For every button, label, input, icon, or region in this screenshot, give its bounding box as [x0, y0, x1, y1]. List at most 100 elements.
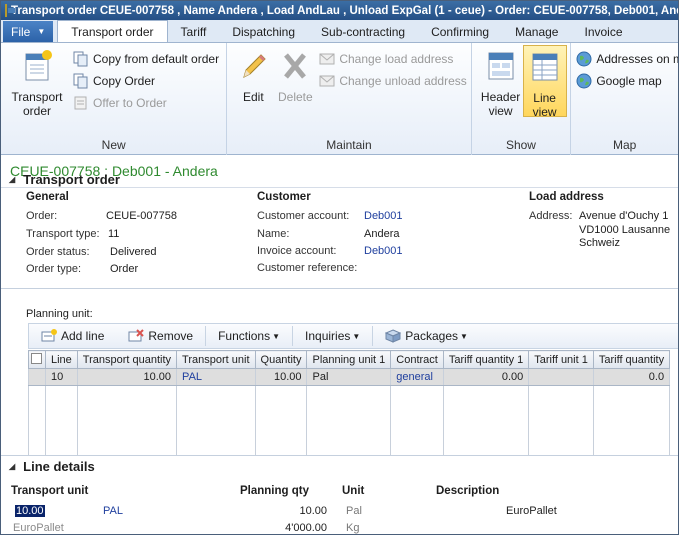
transport-type-value[interactable]: 11 — [108, 228, 119, 240]
field-label: Customer account: — [257, 210, 350, 222]
unit-name-value: EuroPallet — [13, 522, 64, 534]
window-title: Transport order CEUE-007758 , Name Ander… — [11, 4, 678, 17]
section-title: Transport order — [23, 171, 120, 187]
tab-label: Confirming — [431, 24, 490, 39]
packages-label: Packages — [405, 329, 458, 343]
select-all-checkbox[interactable] — [31, 352, 42, 364]
add-line-icon — [41, 329, 57, 342]
cell-transport-unit[interactable]: PAL — [176, 368, 256, 386]
delete-x-icon — [284, 53, 307, 79]
tab-tariff[interactable]: Tariff — [168, 21, 220, 42]
field-label: Name: — [257, 228, 290, 240]
package-icon — [385, 329, 402, 343]
tab-manage[interactable]: Manage — [502, 21, 571, 42]
empty-cell — [28, 385, 46, 456]
remove-button[interactable]: Remove — [116, 323, 205, 349]
column-header-transport-unit[interactable]: Transport unit — [176, 350, 256, 369]
delete-button[interactable]: Delete — [269, 49, 321, 104]
google-map-button[interactable]: Google map — [576, 71, 662, 91]
inquiries-menu[interactable]: Inquiries ▼ — [293, 323, 372, 349]
customer-account-link[interactable]: Deb001 — [364, 210, 403, 222]
title-bar: Transport order CEUE-007758 , Name Ander… — [1, 1, 678, 20]
tab-invoice[interactable]: Invoice — [571, 21, 635, 42]
change-load-address-button[interactable]: Change load address — [319, 49, 453, 69]
tab-transport-order[interactable]: Transport order — [57, 20, 168, 42]
order-type-value[interactable]: Order — [110, 263, 138, 275]
line-view-icon — [532, 53, 558, 81]
column-header-quantity[interactable]: Quantity — [254, 350, 308, 369]
column-header-planning-unit[interactable]: Planning unit 1 — [306, 350, 392, 369]
functions-label: Functions — [218, 329, 271, 343]
offer-to-order-button[interactable]: Offer to Order — [73, 93, 167, 113]
inquiries-label: Inquiries — [305, 329, 351, 343]
functions-menu[interactable]: Functions ▼ — [206, 323, 292, 349]
cell-planning-unit[interactable]: Pal — [306, 368, 392, 386]
empty-cell — [254, 385, 308, 456]
copy-icon — [73, 73, 88, 89]
ribbon-group-maintain: Edit Delete Change load address Change u… — [227, 43, 472, 155]
change-unload-address-label: Change unload address — [339, 74, 467, 88]
column-header-tariff-quantity[interactable]: Tariff quantity — [592, 350, 671, 369]
empty-cell — [45, 385, 78, 456]
ribbon-group-label: Map — [612, 138, 637, 152]
empty-cell — [442, 385, 530, 456]
column-header-unit: Unit — [342, 485, 365, 497]
empty-cell — [306, 385, 392, 456]
application-window: Transport order CEUE-007758 , Name Ander… — [0, 0, 679, 535]
order-value[interactable]: CEUE-007758 — [106, 210, 177, 222]
copy-order-label: Copy Order — [93, 74, 156, 88]
cell-tariff-quantity[interactable]: 0.0 — [592, 368, 671, 386]
column-header-transport-quantity[interactable]: Transport quantity — [76, 350, 178, 369]
section-toggle-line-details[interactable]: ◢ Line details — [1, 457, 678, 475]
column-header-line[interactable]: Line — [45, 350, 78, 369]
line-details-section: ◢ Line details Transport unit Planning q… — [1, 457, 678, 535]
cell-transport-quantity[interactable]: 10.00 — [76, 368, 178, 386]
edit-label: Edit — [242, 90, 264, 104]
cell-tariff-unit-1[interactable] — [528, 368, 594, 386]
transport-unit-link[interactable]: PAL — [103, 505, 123, 517]
cell-tariff-quantity-1[interactable]: 0.00 — [442, 368, 530, 386]
transport-qty-input[interactable]: 10.00 — [15, 505, 45, 517]
invoice-account-link[interactable]: Deb001 — [364, 245, 403, 257]
customer-account-field: Customer account: Deb001 — [257, 210, 403, 222]
address-icon — [319, 53, 335, 65]
copy-order-button[interactable]: Copy Order — [73, 71, 155, 91]
offer-to-order-label: Offer to Order — [93, 96, 167, 110]
address-line-1: Avenue d'Ouchy 1 — [579, 210, 669, 222]
addresses-on-map-button[interactable]: Addresses on map — [576, 49, 678, 69]
field-label: Customer reference: — [257, 262, 358, 274]
copy-from-default-order-button[interactable]: Copy from default order — [73, 49, 219, 69]
select-all-header[interactable] — [28, 350, 46, 369]
order-status-value[interactable]: Delivered — [110, 246, 156, 258]
customer-name-value[interactable]: Andera — [364, 228, 399, 240]
table-row[interactable]: 10 10.00 PAL 10.00 Pal general 0.00 0.0 — [28, 368, 671, 386]
ribbon-group-show: Header view Line view Show — [472, 43, 572, 155]
tab-confirming[interactable]: Confirming — [418, 21, 502, 42]
dropdown-arrow-icon: ▼ — [272, 331, 281, 341]
section-toggle-transport-order[interactable]: ◢ Transport order — [1, 170, 678, 188]
header-view-button[interactable]: Header view — [475, 49, 527, 118]
line-view-button[interactable]: Line view — [522, 45, 567, 119]
address-line-3: Schweiz — [579, 237, 620, 249]
add-line-button[interactable]: Add line — [29, 323, 116, 349]
column-header-tariff-quantity-1[interactable]: Tariff quantity 1 — [442, 350, 530, 369]
change-load-address-label: Change load address — [339, 52, 454, 66]
tab-file[interactable]: File ▼ — [3, 21, 54, 42]
order-status-field: Order status: Delivered — [26, 246, 156, 258]
order-type-field: Order type: Order — [26, 263, 138, 275]
section-divider — [1, 288, 678, 289]
tab-sub-contracting[interactable]: Sub-contracting — [308, 21, 418, 42]
line-view-label: Line view — [532, 91, 557, 119]
tab-label: Tariff — [180, 24, 207, 39]
change-unload-address-button[interactable]: Change unload address — [319, 71, 467, 91]
column-header-tariff-unit-1[interactable]: Tariff unit 1 — [528, 350, 594, 369]
row-selector[interactable] — [28, 368, 46, 386]
tab-dispatching[interactable]: Dispatching — [219, 21, 308, 42]
cell-line[interactable]: 10 — [45, 368, 78, 386]
field-label: Transport type: — [26, 228, 100, 240]
column-header-contract[interactable]: Contract — [390, 350, 444, 369]
cell-quantity[interactable]: 10.00 — [254, 368, 308, 386]
cell-contract[interactable]: general — [390, 368, 444, 386]
new-transport-order-button[interactable]: Transport order — [11, 49, 63, 118]
packages-menu[interactable]: Packages ▼ — [373, 323, 480, 349]
